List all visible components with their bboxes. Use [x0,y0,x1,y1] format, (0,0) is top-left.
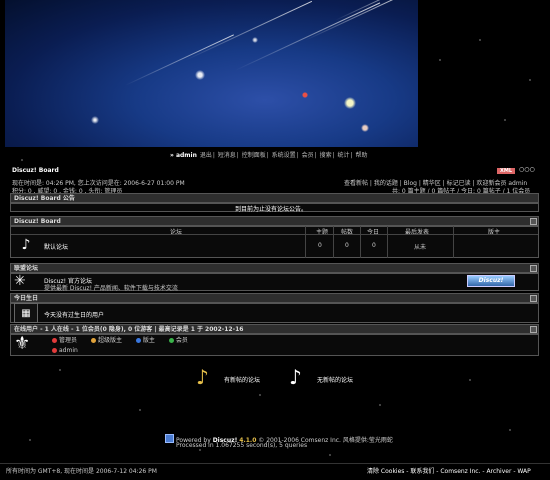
online-user-name[interactable]: admin [59,347,78,354]
collapse-icon[interactable] [530,265,537,272]
forum-table [10,226,539,258]
nav-link-help[interactable]: 帮助 [355,152,367,159]
footer-divider [0,463,550,464]
discuz-logo-icon [165,434,174,443]
legend-mod: 版主 [142,337,155,344]
link-star-icon: ✳ [14,273,26,289]
links-section-header-label: 联盟论坛 [14,265,39,272]
forum-topics-count: 0 [318,242,322,249]
display-toggle-icons[interactable]: ○○○ [519,166,535,173]
footer-links[interactable]: 清除 Cookies - 联系我们 - Comsenz Inc. - Archi… [367,466,531,475]
forum-last-post: 从未 [414,244,427,251]
links-section-header: 联盟论坛 [10,263,539,273]
nav-link-settings[interactable]: 系统设置 [272,152,296,159]
no-new-posts-icon: ♪ [289,365,302,389]
nav-link-search[interactable]: 搜索 [320,152,332,159]
processed-line: Processed in 1.067255 second(s), 5 queri… [176,442,308,449]
forum-table-header: Discuz! Board [10,216,539,226]
announcement-text: 到目前为止没有论坛公告。 [235,206,308,213]
announcement-panel: 到目前为止没有论坛公告。 [10,203,539,213]
announcement-header-label: Discuz! Board 公告 [14,195,75,202]
online-header-label: 在线用户 - 1 人在线 - 1 位会员(0 隐身), 0 位游客 | 最高记录… [14,326,244,333]
nav-link-logout[interactable]: 退出 [200,152,212,159]
forum-status-icon: ♪ [21,237,31,253]
admin-legend-icon [52,338,57,343]
fleur-de-lis-icon: ⚜ [14,333,31,354]
collapse-icon[interactable] [530,326,537,333]
birthday-header: 今日生日 [10,293,539,303]
birthday-text: 今天没有过生日的用户 [44,312,105,319]
xml-feed-button[interactable]: XML [497,168,515,174]
online-legend: 管理员 超级版主 版主 会员 [52,335,188,344]
footer-time: 所有时间为 GMT+8, 现在时间是 2006-7-12 04:26 PM [6,468,157,475]
legend-admin: 管理员 [59,337,78,344]
birthday-header-label: 今日生日 [14,295,39,302]
online-header: 在线用户 - 1 人在线 - 1 位会员(0 隐身), 0 位游客 | 最高记录… [10,324,539,334]
forum-name-link[interactable]: 默认论坛 [44,242,68,251]
new-posts-legend: 有新帖的论坛 [224,377,261,384]
forum-posts-count: 0 [345,242,349,249]
collapse-icon[interactable] [530,295,537,302]
header-banner-image [5,0,418,147]
nav-link-messages[interactable]: 短消息 [218,152,236,159]
board-title[interactable]: Discuz! Board [12,167,59,174]
mod-legend-icon [135,338,141,343]
no-new-posts-legend: 无新帖的论坛 [317,377,354,384]
member-legend-icon [168,338,174,343]
collapse-icon[interactable] [530,218,537,225]
forum-today-count: 0 [372,242,376,249]
link-description: 提供最新 Discuz! 产品新闻、软件下载与技术交流 [44,285,178,292]
forum-table-header-label: Discuz! Board [14,218,61,225]
legend-super-mod: 超级版主 [97,337,122,344]
super-mod-legend-icon [90,338,96,343]
nav-link-stats[interactable]: 统计 [338,152,350,159]
nav-link-members[interactable]: 会员 [302,152,314,159]
top-navigation: » admin 退出| 短消息| 控制面板| 系统设置| 会员| 搜索| 统计|… [170,152,368,159]
new-posts-icon: ♪ [196,365,209,389]
admin-user-icon [52,348,57,353]
nav-user-link[interactable]: » admin [170,152,197,159]
discuz-link-badge[interactable]: Discuz! [467,275,515,287]
announcement-header: Discuz! Board 公告 [10,193,539,203]
online-user-entry[interactable]: admin [52,347,78,354]
legend-member: 会员 [175,337,188,344]
nav-link-control-panel[interactable]: 控制面板 [242,152,266,159]
calendar-icon: ▦ [14,303,38,323]
